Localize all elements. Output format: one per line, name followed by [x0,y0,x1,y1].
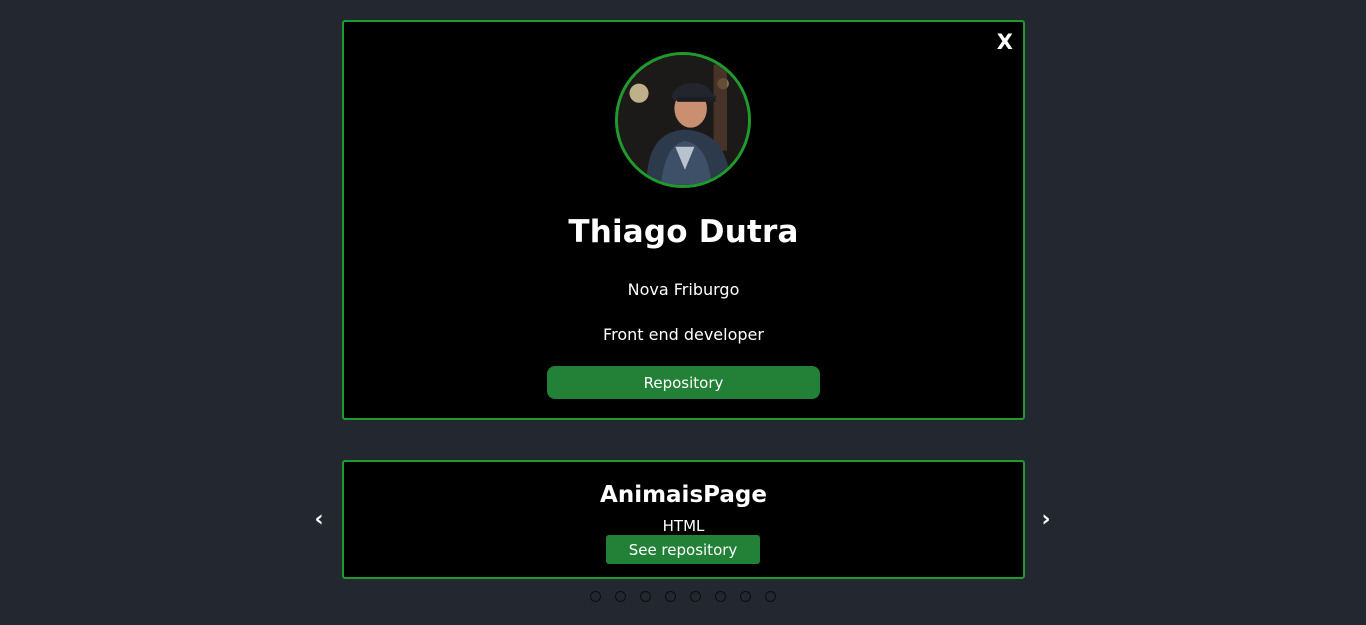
carousel-dot[interactable] [715,591,726,602]
carousel-dots [590,591,776,602]
carousel-dot[interactable] [640,591,651,602]
repository-button[interactable]: Repository [547,366,820,399]
profile-city: Nova Friburgo [627,280,740,299]
carousel-dot[interactable] [615,591,626,602]
carousel-dot[interactable] [665,591,676,602]
profile-name: Thiago Dutra [568,214,799,250]
see-repository-button[interactable]: See repository [606,535,760,564]
profile-role: Front end developer [603,325,764,344]
project-title: AnimaisPage [600,482,767,508]
carousel-dot[interactable] [740,591,751,602]
carousel-dot[interactable] [765,591,776,602]
profile-card: X Thiago Dutra Nova Friburgo Front end d… [342,20,1025,420]
carousel-dot[interactable] [690,591,701,602]
carousel-next-button[interactable]: › [1036,508,1056,532]
carousel-prev-button[interactable]: ‹ [309,508,329,532]
project-language: HTML [662,517,705,535]
avatar-photo-icon [618,55,748,185]
carousel-dot[interactable] [590,591,601,602]
project-card: AnimaisPage HTML See repository [342,460,1025,579]
close-button[interactable]: X [997,30,1013,54]
avatar [615,52,751,188]
